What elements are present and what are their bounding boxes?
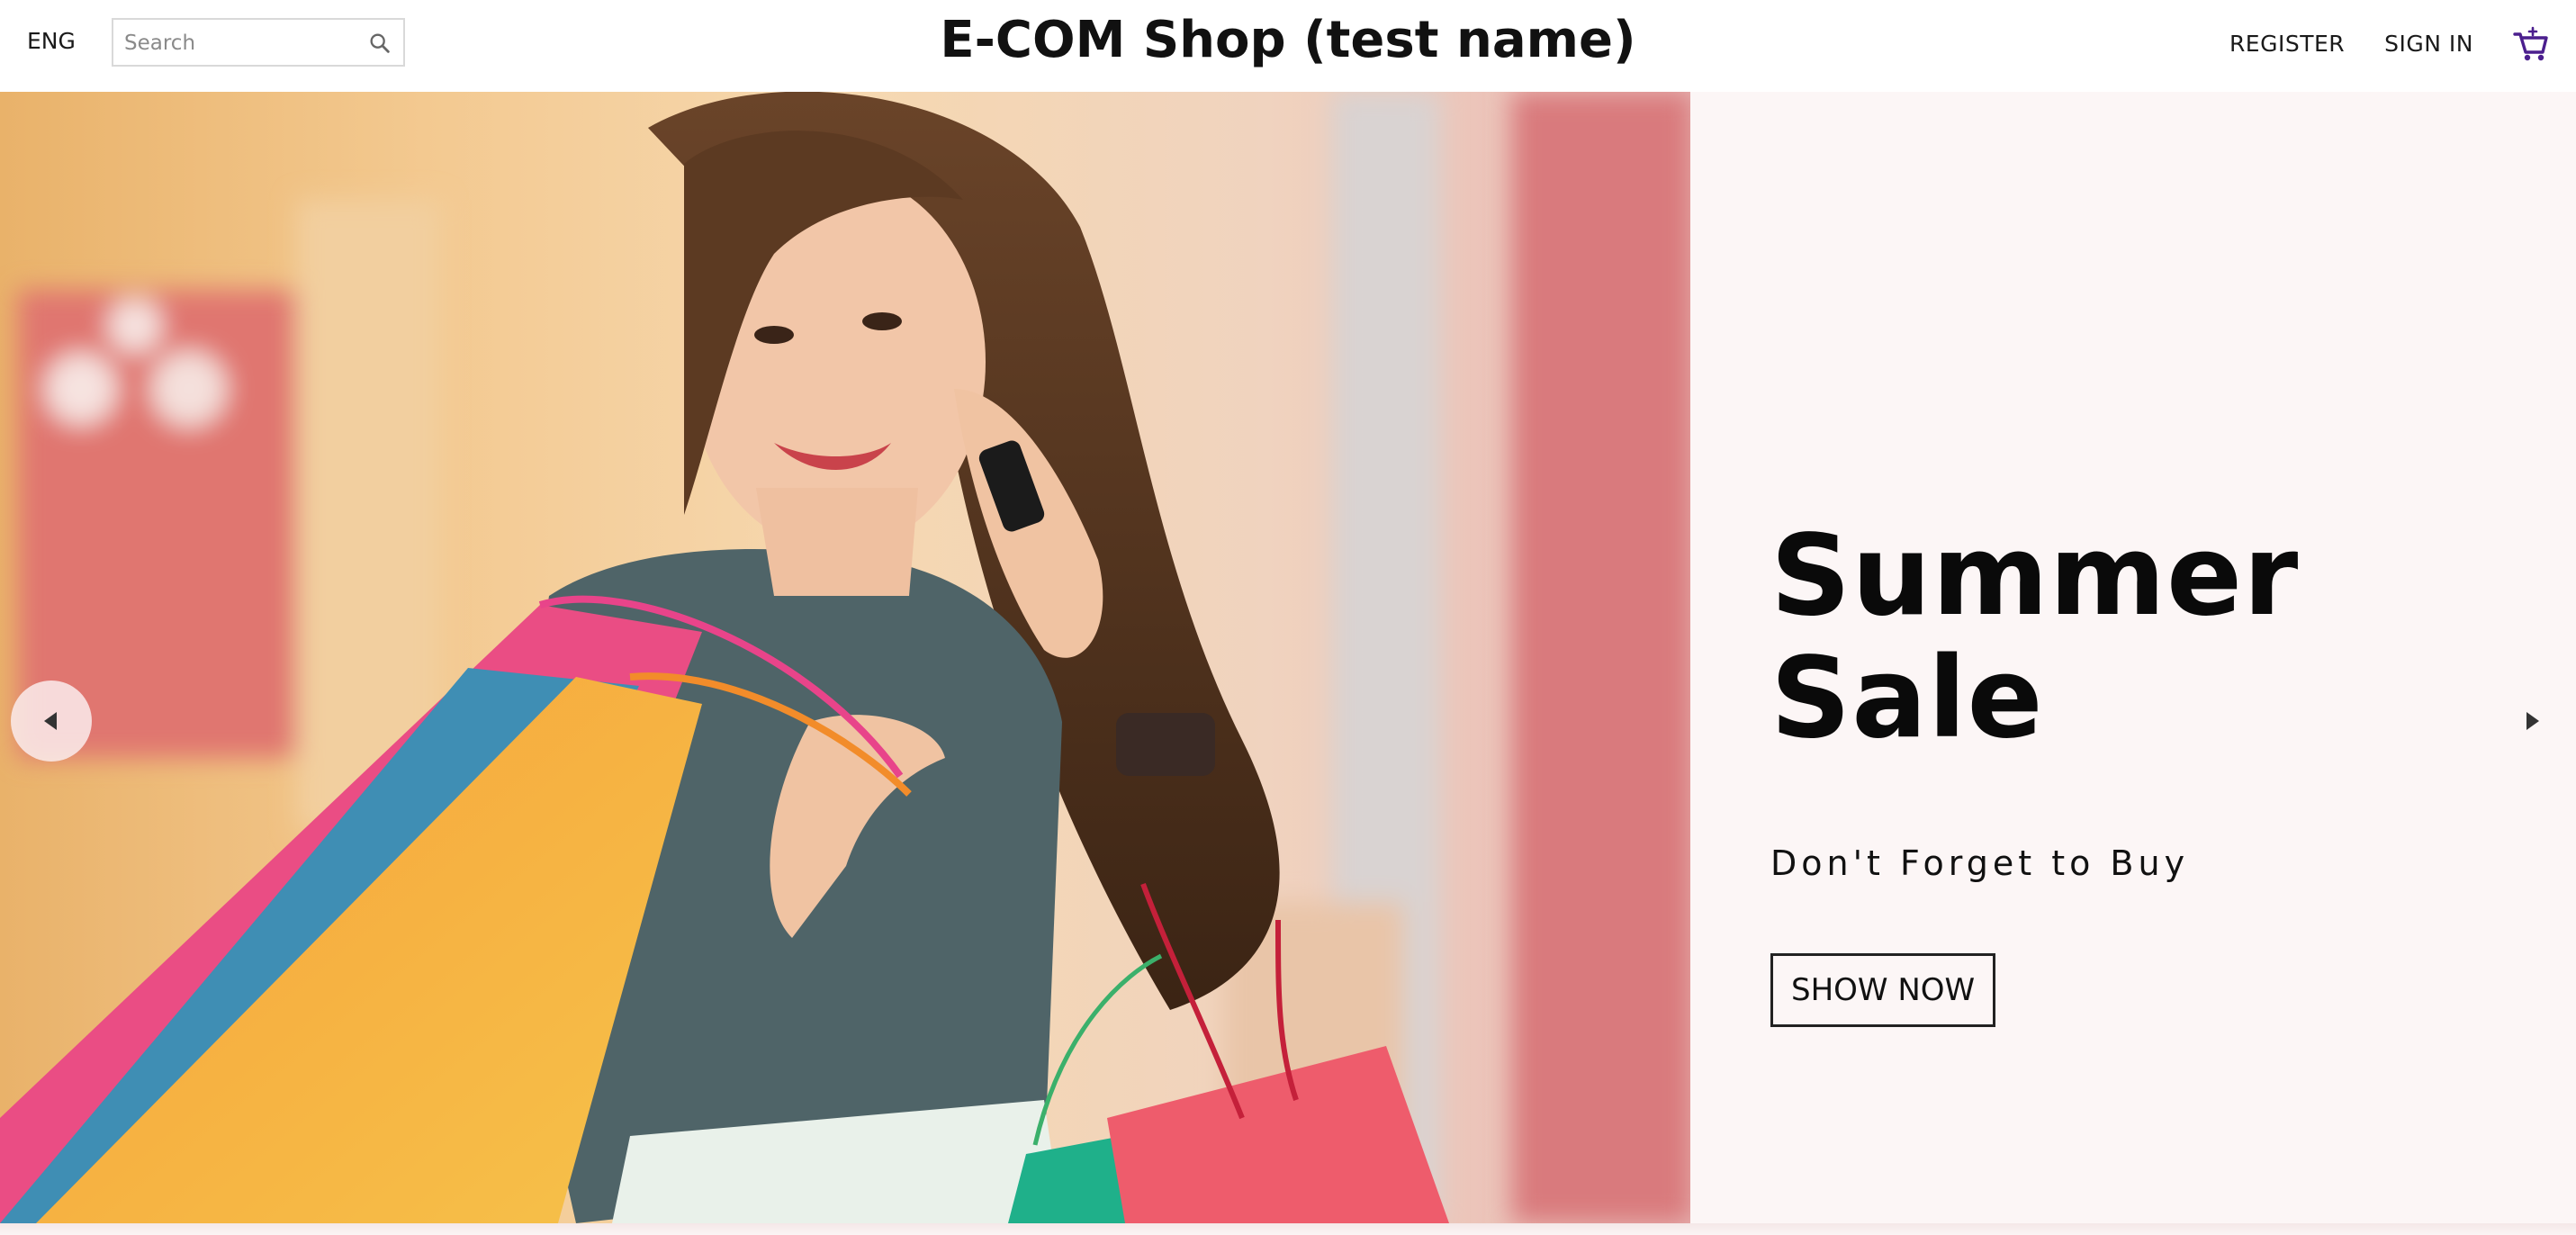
hero-slider: Summer Sale Don't Forget to Buy SHOW NOW — [0, 92, 2576, 1223]
search-input[interactable] — [122, 27, 356, 59]
section-divider — [0, 1223, 2576, 1235]
slide-title: Summer Sale — [1770, 511, 2300, 764]
signin-link[interactable]: SIGN IN — [2384, 31, 2473, 57]
prev-slide-button[interactable] — [11, 681, 92, 762]
cart-button[interactable] — [2513, 23, 2549, 63]
language-selector[interactable]: ENG — [27, 28, 76, 54]
search-icon[interactable] — [367, 31, 392, 56]
arrow-right-icon — [2526, 712, 2539, 730]
slide-description: Don't Forget to Buy — [1770, 843, 2190, 883]
shopping-cart-icon — [2513, 26, 2548, 61]
nav-actions: REGISTER SIGN IN — [2229, 20, 2549, 67]
show-now-button[interactable]: SHOW NOW — [1770, 952, 1996, 1027]
navbar: ENG E-COM Shop (test name) REGISTER SIGN… — [0, 0, 2576, 92]
register-link[interactable]: REGISTER — [2229, 31, 2345, 57]
next-slide-button[interactable] — [2491, 681, 2572, 762]
hero-image — [0, 92, 1690, 1223]
slide-info: Summer Sale Don't Forget to Buy SHOW NOW — [1770, 515, 2526, 1027]
arrow-left-icon — [44, 712, 57, 730]
search-container — [112, 18, 405, 67]
